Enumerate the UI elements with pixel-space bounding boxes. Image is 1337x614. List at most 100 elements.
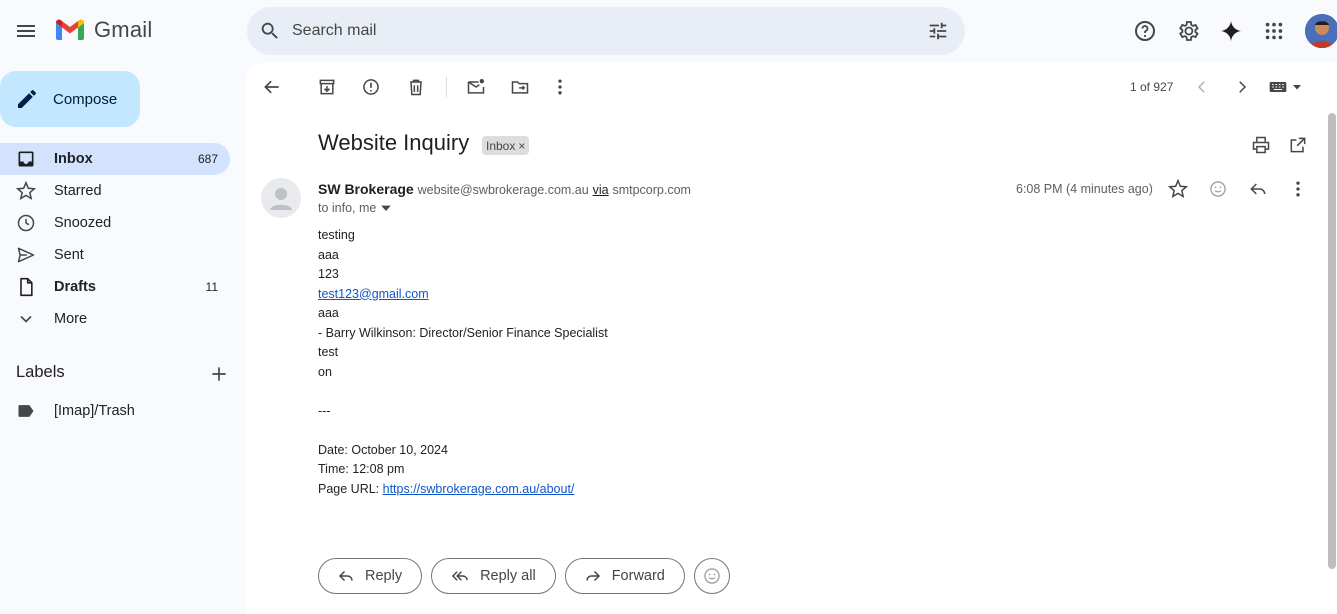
body-line: aaa	[318, 247, 339, 262]
arrow-back-icon	[264, 80, 279, 94]
print-icon	[1252, 136, 1270, 154]
older-button[interactable]	[1222, 67, 1262, 107]
send-icon	[17, 247, 35, 263]
sender-avatar[interactable]	[261, 178, 301, 218]
via-domain: smtpcorp.com	[612, 183, 691, 197]
sidebar-item-label: [Imap]/Trash	[54, 403, 135, 419]
compose-button[interactable]: Compose	[0, 71, 140, 127]
sidebar-item-starred[interactable]: Starred	[0, 175, 230, 207]
reply-all-icon	[451, 571, 468, 581]
sidebar-item-more[interactable]: More	[0, 303, 230, 335]
search-bar	[247, 7, 965, 55]
sender-line: SW Brokerage website@swbrokerage.com.au …	[318, 181, 691, 197]
open-new-window-button[interactable]	[1278, 125, 1318, 165]
sidebar-item-sent[interactable]: Sent	[0, 239, 230, 271]
message-subject: Website Inquiry	[318, 130, 470, 155]
sidebar-label-imap-trash[interactable]: [Imap]/Trash	[0, 395, 230, 427]
report-spam-button[interactable]	[351, 67, 391, 107]
show-details-icon[interactable]	[380, 202, 392, 214]
via-link[interactable]: via	[593, 183, 609, 197]
back-button[interactable]	[252, 67, 292, 107]
newer-button[interactable]	[1182, 67, 1222, 107]
remove-label-icon[interactable]: ×	[518, 139, 525, 153]
search-input[interactable]	[290, 7, 890, 55]
search-button[interactable]	[250, 11, 290, 51]
reply-icon	[1250, 183, 1266, 195]
star-button[interactable]	[1158, 169, 1198, 209]
draft-count: 11	[205, 280, 218, 294]
sidebar-item-snoozed[interactable]: Snoozed	[0, 207, 230, 239]
top-right-actions	[1125, 11, 1294, 51]
mark-unread-button[interactable]	[456, 67, 496, 107]
keyboard-icon	[1269, 82, 1287, 92]
settings-button[interactable]	[1168, 11, 1208, 51]
body-line: 123	[318, 267, 339, 281]
print-all-button[interactable]	[1241, 125, 1281, 165]
recipients-line: to info, me	[318, 201, 392, 215]
delete-button[interactable]	[396, 67, 436, 107]
sidebar-item-inbox[interactable]: Inbox 687	[0, 143, 230, 175]
sidebar-item-label: Drafts	[54, 279, 96, 295]
main-menu-button[interactable]	[6, 11, 46, 51]
message-view: 1 of 927 Website Inquiry Inbox × SW Brok…	[246, 63, 1337, 614]
help-icon	[1135, 21, 1155, 41]
emoji-icon	[1210, 181, 1226, 197]
gmail-logo[interactable]: Gmail	[54, 17, 152, 43]
reply-all-button[interactable]: Reply all	[431, 558, 556, 594]
search-options-button[interactable]	[918, 11, 958, 51]
trash-icon	[410, 79, 422, 96]
emoji-reaction-button[interactable]	[693, 558, 730, 594]
email-link[interactable]: test123@gmail.com	[318, 287, 429, 301]
reply-button[interactable]: Reply	[318, 558, 423, 594]
star-icon	[16, 181, 36, 201]
account-avatar[interactable]	[1305, 14, 1337, 48]
more-vert-icon	[558, 79, 562, 95]
hamburger-icon	[17, 25, 35, 37]
sidebar-item-drafts[interactable]: Drafts 11	[0, 271, 230, 303]
gemini-button[interactable]	[1211, 11, 1251, 51]
person-icon	[270, 188, 292, 210]
inbox-label-chip: Inbox ×	[482, 136, 530, 155]
top-bar: Gmail	[0, 0, 1337, 62]
page-url-link[interactable]: https://swbrokerage.com.au/about/	[383, 482, 575, 496]
recipients-text: to info, me	[318, 201, 377, 215]
message-body: testing aaa 123 test123@gmail.com aaa - …	[318, 226, 608, 499]
chevron-down-icon	[20, 315, 32, 323]
gmail-m-icon	[56, 19, 84, 40]
chevron-left-icon	[1197, 81, 1205, 93]
archive-button[interactable]	[307, 67, 347, 107]
support-button[interactable]	[1125, 11, 1165, 51]
sender-name[interactable]: SW Brokerage	[318, 181, 414, 197]
apps-button[interactable]	[1254, 11, 1294, 51]
body-line: test	[318, 345, 339, 359]
app-name: Gmail	[94, 17, 153, 42]
emoji-icon	[704, 568, 720, 584]
unread-count: 687	[197, 152, 218, 166]
message-toolbar: 1 of 927	[246, 63, 1337, 111]
reply-icon	[338, 570, 353, 582]
pencil-icon	[18, 90, 36, 108]
scrollbar[interactable]	[1328, 113, 1336, 569]
add-reaction-button[interactable]	[1198, 169, 1238, 209]
message-more-button[interactable]	[1278, 169, 1318, 209]
reply-icon-button[interactable]	[1238, 169, 1278, 209]
chip-label: Inbox	[486, 138, 516, 153]
inbox-icon	[18, 151, 34, 167]
move-to-button[interactable]	[500, 67, 540, 107]
more-actions-button[interactable]	[540, 67, 580, 107]
create-label-button[interactable]	[199, 354, 239, 394]
body-line: on	[318, 364, 332, 379]
input-tools-button[interactable]	[1268, 77, 1302, 97]
sidebar-nav: Inbox 687 Starred Snoozed Sent Drafts 11…	[0, 143, 230, 335]
body-line: Date: October 10, 2024	[318, 442, 448, 457]
sidebar-item-label: Sent	[54, 247, 84, 263]
page-url-label: Page URL:	[318, 481, 383, 496]
body-line: ---	[318, 403, 331, 418]
user-avatar-icon	[1305, 14, 1337, 48]
forward-button[interactable]: Forward	[564, 558, 685, 594]
report-icon	[363, 79, 379, 95]
sidebar-item-label: Snoozed	[54, 215, 112, 231]
forward-icon	[585, 570, 600, 582]
